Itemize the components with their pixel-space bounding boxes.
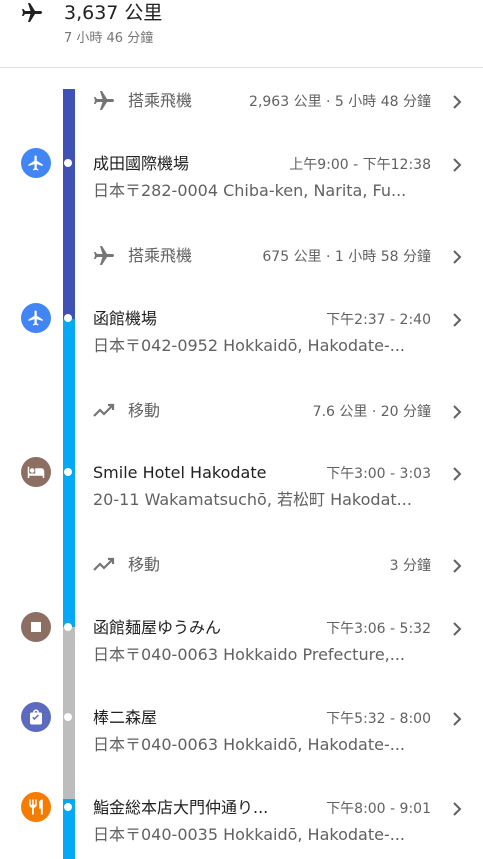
total-duration: 7 小時 46 分鐘 [64, 31, 154, 46]
place-item[interactable]: 棒二森屋 下午5:32 - 8:00 日本〒040-0063 Hokkaidō,… [0, 706, 483, 762]
travel-segment-flight[interactable]: 搭乘飛機 675 公里 · 1 小時 58 分鐘 [0, 241, 483, 281]
travel-mode-label: 搭乘飛機 [128, 246, 193, 265]
place-address: 日本〒040-0035 Hokkaidō, Hakodate-... [93, 825, 405, 844]
trip-summary-header: 3,637 公里 7 小時 46 分鐘 [0, 0, 483, 68]
place-item[interactable]: 函館麺屋ゆうみん 下午3:06 - 5:32 日本〒040-0063 Hokka… [0, 616, 483, 672]
place-name: 成田國際機場 [93, 154, 190, 173]
travel-distance-duration: 7.6 公里 · 20 分鐘 [312, 404, 431, 420]
chevron-right-icon [453, 95, 462, 109]
place-time: 上午9:00 - 下午12:38 [289, 157, 431, 173]
place-item[interactable]: 鮨金総本店大門仲通り... 下午8:00 - 9:01 日本〒040-0035 … [0, 796, 483, 852]
route-icon [93, 403, 115, 417]
place-time: 下午3:06 - 5:32 [326, 621, 431, 637]
place-time: 下午3:00 - 3:03 [326, 466, 431, 482]
place-item[interactable]: Smile Hotel Hakodate 下午3:00 - 3:03 20-11… [0, 461, 483, 517]
place-address: 日本〒040-0063 Hokkaido Prefecture,... [93, 645, 406, 664]
place-item[interactable]: 成田國際機場 上午9:00 - 下午12:38 日本〒282-0004 Chib… [0, 152, 483, 208]
place-name: Smile Hotel Hakodate [93, 463, 267, 482]
travel-mode-label: 移動 [128, 401, 161, 420]
chevron-right-icon [453, 467, 462, 481]
place-item[interactable]: 函館機場 下午2:37 - 2:40 日本〒042-0952 Hokkaidō,… [0, 307, 483, 363]
place-time: 下午5:32 - 8:00 [326, 711, 431, 727]
place-address: 日本〒042-0952 Hokkaidō, Hakodate-... [93, 336, 405, 355]
travel-mode-label: 搭乘飛機 [128, 91, 193, 110]
airplane-icon [94, 246, 114, 265]
travel-distance-duration: 675 公里 · 1 小時 58 分鐘 [262, 249, 431, 265]
chevron-right-icon [453, 622, 462, 636]
place-address: 日本〒040-0063 Hokkaidō, Hakodate-... [93, 735, 405, 754]
place-time: 下午2:37 - 2:40 [326, 312, 431, 328]
place-name: 鮨金総本店大門仲通り... [93, 798, 269, 817]
route-icon [93, 557, 115, 571]
chevron-right-icon [453, 405, 462, 419]
chevron-right-icon [453, 158, 462, 172]
chevron-right-icon [453, 802, 462, 816]
travel-mode-label: 移動 [128, 555, 161, 574]
place-address: 日本〒282-0004 Chiba-ken, Narita, Fu... [93, 181, 407, 200]
chevron-right-icon [453, 313, 462, 327]
place-time: 下午8:00 - 9:01 [326, 801, 431, 817]
travel-segment-walk[interactable]: 移動 3 分鐘 [0, 550, 483, 590]
travel-segment-transit[interactable]: 移動 7.6 公里 · 20 分鐘 [0, 396, 483, 436]
place-name: 函館麺屋ゆうみん [93, 618, 222, 637]
travel-distance-duration: 2,963 公里 · 5 小時 48 分鐘 [249, 94, 431, 110]
travel-distance-duration: 3 分鐘 [389, 558, 431, 574]
place-name: 棒二森屋 [93, 708, 158, 727]
place-name: 函館機場 [93, 309, 158, 328]
airplane-icon [22, 3, 42, 22]
airplane-icon [94, 91, 114, 110]
chevron-right-icon [453, 250, 462, 264]
chevron-right-icon [453, 712, 462, 726]
travel-segment-flight[interactable]: 搭乘飛機 2,963 公里 · 5 小時 48 分鐘 [0, 86, 483, 150]
chevron-right-icon [453, 559, 462, 573]
total-distance: 3,637 公里 [64, 2, 163, 24]
itinerary-timeline: 搭乘飛機 2,963 公里 · 5 小時 48 分鐘 成田國際機場 上午9:00… [0, 68, 483, 859]
place-address: 20-11 Wakamatsuchō, 若松町 Hakodat... [93, 490, 412, 509]
